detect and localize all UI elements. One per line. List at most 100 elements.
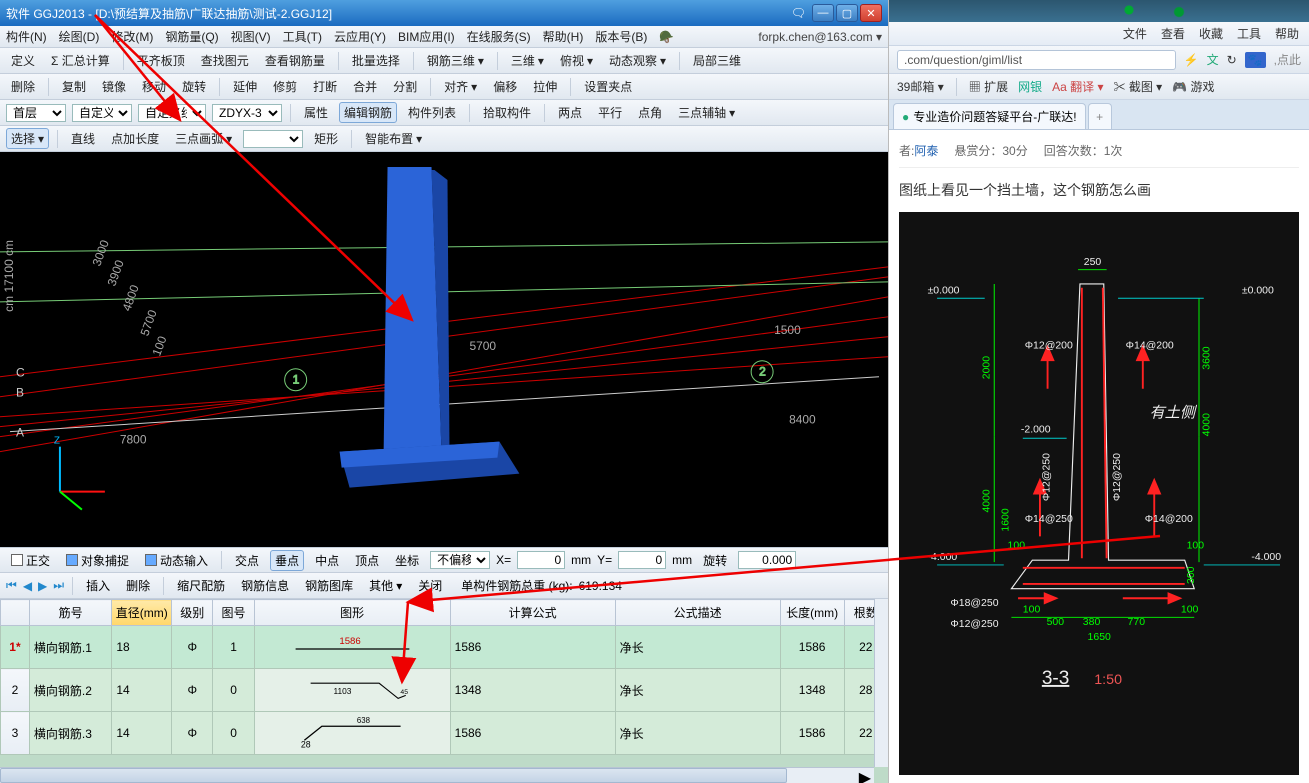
x-input[interactable] (517, 551, 565, 569)
find-button[interactable]: 查找图元 (196, 50, 254, 71)
table-row[interactable]: 3 横向钢筋.3 14 Φ 0 28638 1586 净长 1586 22 (1, 712, 888, 755)
screenshot-button[interactable]: ✂ 截图 ▾ (1113, 78, 1162, 95)
rotate-toggle[interactable]: 旋转 (698, 550, 732, 571)
y-input[interactable] (618, 551, 666, 569)
point-angle-button[interactable]: 点角 (633, 102, 667, 123)
rect-button[interactable]: 矩形 (309, 128, 343, 149)
three-point-axis-button[interactable]: 三点辅轴 ▾ (673, 102, 740, 123)
batch-select-button[interactable]: 批量选择 (347, 50, 405, 71)
mail-button[interactable]: 39邮箱 ▾ (897, 78, 944, 95)
copy-button[interactable]: 复制 (57, 76, 91, 97)
menu-modify[interactable]: 修改(M) (111, 28, 153, 45)
grips-button[interactable]: 设置夹点 (579, 76, 637, 97)
ext-button[interactable]: ▦ 扩展 (969, 78, 1008, 95)
align-button[interactable]: 对齐 ▾ (439, 76, 482, 97)
br-view-menu[interactable]: 查看 (1161, 25, 1185, 42)
menu-draw[interactable]: 绘图(D) (59, 28, 100, 45)
col-formula[interactable]: 计算公式 (450, 600, 615, 626)
last-icon[interactable]: ⏭ (53, 578, 64, 593)
prev-icon[interactable]: ◀ (23, 579, 32, 593)
next-icon[interactable]: ▶ (38, 579, 47, 593)
col-desc[interactable]: 公式描述 (615, 600, 780, 626)
first-icon[interactable]: ⏮ (6, 578, 17, 593)
delete-row-button[interactable]: 删除 (121, 575, 155, 596)
menu-help[interactable]: 帮助(H) (543, 28, 584, 45)
user-email[interactable]: forpk.chen@163.com ▾ (758, 30, 882, 44)
dynamic-orbit-button[interactable]: 动态观察 ▾ (604, 50, 671, 71)
local-3d-button[interactable]: 局部三维 (688, 50, 746, 71)
bank-button[interactable]: 网银 (1018, 78, 1042, 95)
scale-rebar-button[interactable]: 缩尺配筋 (172, 575, 230, 596)
select-button[interactable]: 选择 ▾ (6, 128, 49, 149)
col-name[interactable]: 筋号 (29, 600, 112, 626)
menu-online[interactable]: 在线服务(S) (467, 28, 531, 45)
br-help-menu[interactable]: 帮助 (1275, 25, 1299, 42)
props-button[interactable]: 属性 (299, 102, 333, 123)
menu-rebar[interactable]: 钢筋量(Q) (165, 28, 218, 45)
menu-tools[interactable]: 工具(T) (283, 28, 322, 45)
level-button[interactable]: 平齐板顶 (132, 50, 190, 71)
apex-toggle[interactable]: 顶点 (350, 550, 384, 571)
move-button[interactable]: 移动 (137, 76, 171, 97)
model-viewport[interactable]: 3000 3900 4800 5700 100 7800 5700 1500 8… (0, 152, 888, 547)
col-pic[interactable]: 图号 (213, 600, 254, 626)
sum-button[interactable]: Σ 汇总计算 (46, 50, 115, 71)
offset-button[interactable]: 偏移 (488, 76, 522, 97)
menu-version[interactable]: 版本号(B) (595, 28, 647, 45)
minimize-button[interactable]: — (812, 4, 834, 22)
menu-component[interactable]: 构件(N) (6, 28, 47, 45)
close-button[interactable]: ✕ (860, 4, 882, 22)
def-combo[interactable]: 自定义 (72, 104, 132, 122)
paw-icon[interactable]: 🐾 (1245, 52, 1266, 68)
defline-combo[interactable]: 自定义线 (138, 104, 206, 122)
offset-combo[interactable]: 不偏移 (430, 551, 490, 569)
perpendicular-toggle[interactable]: 垂点 (270, 550, 304, 571)
coord-toggle[interactable]: 坐标 (390, 550, 424, 571)
menu-view[interactable]: 视图(V) (231, 28, 271, 45)
pick-component-button[interactable]: 拾取构件 (478, 102, 536, 123)
translate-button[interactable]: Aa 翻译 ▾ (1052, 78, 1103, 95)
trim-button[interactable]: 修剪 (268, 76, 302, 97)
col-shape[interactable]: 图形 (254, 600, 450, 626)
translate-icon[interactable]: 文 (1207, 51, 1219, 68)
angle-input[interactable] (738, 551, 796, 569)
stretch-button[interactable]: 拉伸 (528, 76, 562, 97)
floor-combo[interactable]: 首层 (6, 104, 66, 122)
author-link[interactable]: 阿泰 (914, 144, 938, 158)
ortho-toggle[interactable]: 正交 (6, 550, 55, 571)
hardhat-icon[interactable]: 🪖 (659, 30, 674, 44)
component-list-button[interactable]: 构件列表 (403, 102, 461, 123)
3d-button[interactable]: 三维 ▾ (506, 50, 549, 71)
notification-icon[interactable]: 🗨 (791, 6, 806, 20)
col-idx[interactable] (1, 600, 30, 626)
table-row[interactable]: 2 横向钢筋.2 14 Φ 0 110345 1348 净长 1348 28 (1, 669, 888, 712)
games-button[interactable]: 🎮 游戏 (1172, 78, 1214, 95)
rebar-info-button[interactable]: 钢筋信息 (236, 575, 294, 596)
three-point-arc-button[interactable]: 三点画弧 ▾ (170, 128, 237, 149)
zdyx-combo[interactable]: ZDYX-3 (212, 104, 282, 122)
menu-cloud[interactable]: 云应用(Y) (334, 28, 386, 45)
address-input[interactable]: .com/question/giml/list (897, 50, 1176, 70)
extend-button[interactable]: 延伸 (228, 76, 262, 97)
refresh-icon[interactable]: ↻ (1227, 53, 1237, 67)
edit-rebar-button[interactable]: 编辑钢筋 (339, 102, 397, 123)
br-tools-menu[interactable]: 工具 (1237, 25, 1261, 42)
intersection-toggle[interactable]: 交点 (230, 550, 264, 571)
smart-layout-button[interactable]: 智能布置 ▾ (360, 128, 427, 149)
mirror-button[interactable]: 镜像 (97, 76, 131, 97)
maximize-button[interactable]: ▢ (836, 4, 858, 22)
define-button[interactable]: 定义 (6, 50, 40, 71)
menu-bim[interactable]: BIM应用(I) (398, 28, 455, 45)
break-button[interactable]: 打断 (308, 76, 342, 97)
two-point-button[interactable]: 两点 (553, 102, 587, 123)
delete-button[interactable]: 删除 (6, 76, 40, 97)
osnap-toggle[interactable]: 对象捕捉 (61, 550, 134, 571)
table-row[interactable]: 1* 横向钢筋.1 18 Φ 1 1586 1586 净长 1586 22 (1, 626, 888, 669)
cad-drawing[interactable]: 250 ±0.000 ±0.000 -2.000 -4.000 -4.000 有… (899, 212, 1299, 775)
view-rebar-button[interactable]: 查看钢筋量 (260, 50, 330, 71)
rotate-button[interactable]: 旋转 (177, 76, 211, 97)
rebar-3d-button[interactable]: 钢筋三维 ▾ (422, 50, 489, 71)
table-hscroll[interactable]: ▶ (0, 767, 874, 783)
dynamic-input-toggle[interactable]: 动态输入 (140, 550, 213, 571)
col-diameter[interactable]: 直径(mm) (112, 600, 172, 626)
